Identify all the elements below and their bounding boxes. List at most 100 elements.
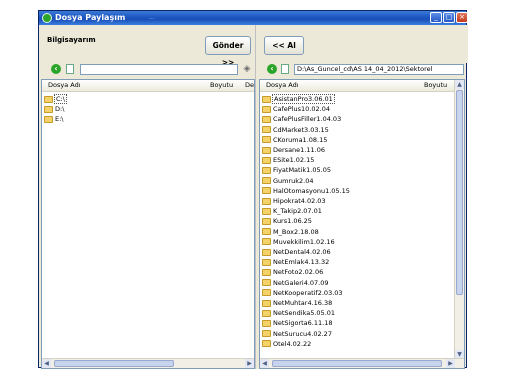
folder-icon bbox=[262, 166, 271, 174]
item-name: D:\ bbox=[55, 105, 65, 113]
list-item[interactable]: NetSurucu4.02.27 bbox=[262, 329, 332, 339]
folder-icon bbox=[44, 95, 53, 103]
item-name: Hipokrat4.02.03 bbox=[273, 197, 326, 205]
list-item[interactable]: NetFoto2.02.06 bbox=[262, 267, 323, 277]
item-name: NetDental4.02.06 bbox=[273, 248, 331, 256]
folder-icon bbox=[262, 156, 271, 164]
folder-icon bbox=[262, 279, 271, 287]
item-name: ESite1.02.15 bbox=[273, 156, 315, 165]
folder-icon bbox=[44, 115, 53, 123]
list-item[interactable]: CafePlusFiller1.04.03 bbox=[262, 114, 341, 124]
send-button[interactable]: Gönder >> bbox=[205, 36, 251, 67]
folder-icon bbox=[262, 330, 271, 338]
folder-icon bbox=[262, 197, 271, 205]
left-list-header: Dosya Adı Boyutu Değ bbox=[42, 80, 254, 92]
list-item[interactable]: NetDental4.02.06 bbox=[262, 247, 331, 257]
right-vertical-scrollbar[interactable]: ▲ ▼ bbox=[454, 80, 464, 359]
col-size-header[interactable]: Boyutu bbox=[210, 80, 233, 91]
col-name-header[interactable]: Dosya Adı bbox=[48, 80, 81, 91]
list-item[interactable]: ESite1.02.15 bbox=[262, 155, 314, 165]
folder-icon bbox=[262, 146, 271, 154]
page-icon[interactable] bbox=[66, 64, 74, 74]
folder-icon bbox=[262, 238, 271, 246]
list-item[interactable]: Muvekkilim1.02.16 bbox=[262, 237, 335, 247]
item-name: CafePlusFiller1.04.03 bbox=[273, 115, 342, 124]
item-name: NetGaleri4.07.09 bbox=[273, 278, 329, 287]
my-computer-label: Bilgisayarım bbox=[47, 36, 96, 44]
scroll-thumb[interactable] bbox=[272, 360, 442, 367]
list-item[interactable]: HalOtomasyonu1.05.15 bbox=[262, 186, 350, 196]
back-arrow-icon[interactable]: ‹ bbox=[267, 64, 277, 74]
item-name: NetFoto2.02.06 bbox=[273, 268, 324, 277]
scroll-thumb[interactable] bbox=[54, 360, 174, 367]
item-name: NetEmlak4.13.32 bbox=[273, 258, 330, 267]
folder-icon bbox=[262, 299, 271, 307]
left-file-list[interactable]: Dosya Adı Boyutu Değ C:\D:\ E:\ ◀ ▶ bbox=[41, 79, 255, 369]
list-item[interactable]: NetMuhtar4.16.38 bbox=[262, 298, 332, 308]
item-name: C:\ bbox=[54, 94, 67, 104]
list-item[interactable]: Kurs1.06.25 bbox=[262, 216, 312, 226]
list-item[interactable]: C:\ bbox=[44, 94, 67, 104]
list-item[interactable]: NetSigorta6.11.18 bbox=[262, 318, 332, 328]
list-item[interactable]: NetGaleri4.07.09 bbox=[262, 278, 329, 288]
list-item[interactable]: M_Box2.18.08 bbox=[262, 227, 319, 237]
item-name: HalOtomasyonu1.05.15 bbox=[273, 186, 350, 195]
page-icon[interactable] bbox=[281, 64, 289, 74]
list-item[interactable]: AsistanPro3.06.01 bbox=[262, 94, 335, 104]
list-item[interactable]: D:\ bbox=[44, 104, 64, 114]
item-name: NetSigorta6.11.18 bbox=[273, 319, 333, 328]
app-icon bbox=[42, 13, 52, 23]
folder-icon bbox=[262, 258, 271, 266]
col-size-header[interactable]: Boyutu bbox=[424, 80, 447, 91]
list-item[interactable]: NetKooperatif2.03.03 bbox=[262, 288, 343, 298]
item-name: CdMarket3.03.15 bbox=[273, 125, 329, 134]
folder-icon bbox=[262, 136, 271, 144]
tag-icon[interactable]: ◈ bbox=[241, 64, 253, 75]
list-item[interactable]: CafePlus10.02.04 bbox=[262, 104, 330, 114]
list-item[interactable]: Hipokrat4.02.03 bbox=[262, 196, 326, 206]
close-button[interactable]: × bbox=[456, 12, 468, 23]
maximize-button[interactable]: □ bbox=[443, 12, 455, 23]
minimize-button[interactable]: _ bbox=[430, 12, 442, 23]
scroll-left-arrow-icon[interactable]: ◀ bbox=[260, 359, 269, 368]
folder-icon bbox=[262, 207, 271, 215]
folder-icon bbox=[44, 105, 53, 113]
right-horizontal-scrollbar[interactable]: ◀ ▶ bbox=[260, 358, 464, 368]
title-bar[interactable]: Dosya Paylaşım ... _ □ × bbox=[39, 11, 468, 25]
list-item[interactable]: Otel4.02.22 bbox=[262, 339, 311, 349]
item-name: Kurs1.06.25 bbox=[273, 217, 312, 226]
folder-icon bbox=[262, 340, 271, 348]
col-modified-header[interactable]: Değ bbox=[245, 80, 254, 91]
get-all-button[interactable]: << Al bbox=[264, 36, 304, 55]
list-item[interactable]: FiyatMatik1.05.05 bbox=[262, 165, 331, 175]
scroll-up-arrow-icon[interactable]: ▲ bbox=[455, 80, 464, 89]
list-item[interactable]: K_Takip2.07.01 bbox=[262, 206, 322, 216]
right-address-row: ‹ D:\As_Guncel_cd\AS 14_04_2012\Sektorel bbox=[259, 63, 468, 79]
folder-icon bbox=[262, 228, 271, 236]
back-arrow-icon[interactable]: ‹ bbox=[51, 64, 61, 74]
scroll-thumb[interactable] bbox=[456, 90, 463, 295]
scroll-left-arrow-icon[interactable]: ◀ bbox=[42, 359, 51, 368]
folder-icon bbox=[262, 309, 271, 317]
item-name: Otel4.02.22 bbox=[273, 339, 312, 348]
right-path-input[interactable]: D:\As_Guncel_cd\AS 14_04_2012\Sektorel bbox=[294, 64, 464, 75]
list-item[interactable]: NetEmlak4.13.32 bbox=[262, 257, 329, 267]
list-item[interactable]: Gumruk2.04 bbox=[262, 176, 314, 186]
list-item[interactable]: CKoruma1.08.15 bbox=[262, 135, 327, 145]
list-item[interactable]: CdMarket3.03.15 bbox=[262, 125, 329, 135]
list-item[interactable]: E:\ bbox=[44, 114, 64, 124]
left-address-row: ‹ ◈ bbox=[39, 63, 255, 79]
scroll-right-arrow-icon[interactable]: ▶ bbox=[245, 359, 254, 368]
folder-icon bbox=[262, 248, 271, 256]
scroll-right-arrow-icon[interactable]: ▶ bbox=[446, 359, 455, 368]
folder-icon bbox=[262, 187, 271, 195]
list-item[interactable]: NetSendika5.05.01 bbox=[262, 308, 335, 318]
list-item[interactable]: Dersane1.11.06 bbox=[262, 145, 325, 155]
item-name: Muvekkilim1.02.16 bbox=[273, 237, 335, 246]
item-name: NetMuhtar4.16.38 bbox=[273, 299, 333, 307]
left-path-input[interactable] bbox=[80, 64, 238, 75]
col-name-header[interactable]: Dosya Adı bbox=[266, 80, 299, 91]
folder-icon bbox=[262, 177, 271, 185]
left-horizontal-scrollbar[interactable]: ◀ ▶ bbox=[42, 358, 254, 368]
right-file-list[interactable]: Dosya Adı Boyutu AsistanPro3.06.01 CafePl… bbox=[259, 79, 465, 369]
